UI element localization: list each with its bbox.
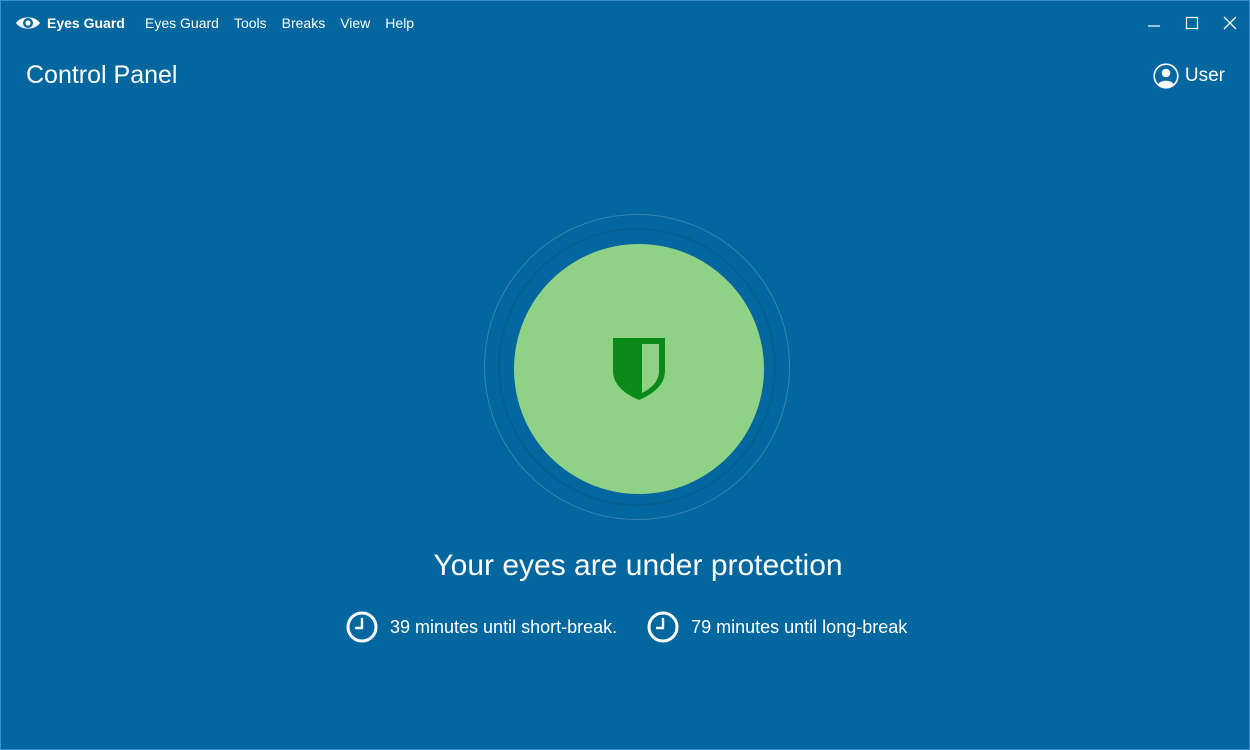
break-timers: 39 minutes until short-break. 79 minutes… [346,610,907,644]
short-break-timer: 39 minutes until short-break. [346,610,617,644]
title-bar: Eyes Guard Eyes Guard Tools Breaks View … [1,1,1249,45]
clock-icon [346,611,378,643]
clock-icon [647,611,679,643]
user-avatar-icon [1153,63,1179,89]
eye-icon [15,14,41,32]
minimize-button[interactable] [1135,5,1173,41]
long-break-timer-text: 79 minutes until long-break [691,617,908,637]
user-label: User [1184,65,1225,86]
close-button[interactable] [1211,5,1249,41]
protection-status-indicator [514,244,764,494]
page-title: Control Panel [26,61,178,89]
user-button[interactable]: User [1153,61,1225,91]
app-window: Eyes Guard Eyes Guard Tools Breaks View … [0,0,1250,750]
short-break-timer-text: 39 minutes until short-break. [390,617,618,637]
maximize-icon [1185,16,1199,30]
maximize-button[interactable] [1173,5,1211,41]
menu-item-breaks[interactable]: Breaks [282,12,326,34]
menu-item-tools[interactable]: Tools [234,12,267,34]
app-name: Eyes Guard [47,15,125,31]
minimize-icon [1148,25,1160,27]
menu-item-help[interactable]: Help [385,12,414,34]
menu-item-eyes-guard[interactable]: Eyes Guard [145,12,219,34]
menu-bar: Eyes Guard Tools Breaks View Help [145,12,429,34]
window-controls [1135,5,1249,41]
shield-icon [612,337,666,401]
menu-item-view[interactable]: View [340,12,370,34]
long-break-timer: 79 minutes until long-break [647,610,907,644]
protection-status-message: Your eyes are under protection [433,549,843,582]
app-brand: Eyes Guard [15,12,125,34]
close-icon [1223,16,1237,30]
